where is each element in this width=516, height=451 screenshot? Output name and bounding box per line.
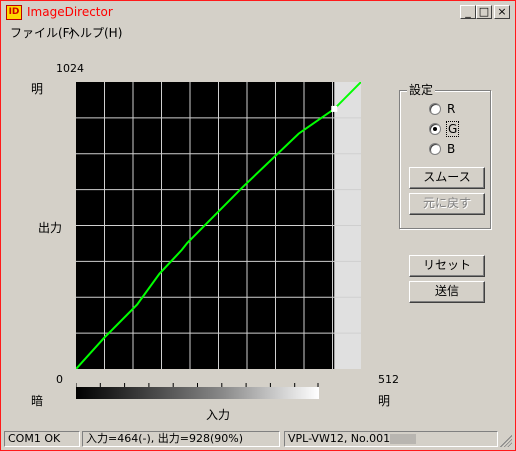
app-window: ID ImageDirector _ □ × ファイル(F) ヘルプ(H) 10… xyxy=(0,0,516,451)
radio-b-label[interactable]: B xyxy=(447,142,455,156)
x-axis-title: 入力 xyxy=(206,408,231,422)
menu-help[interactable]: ヘルプ(H) xyxy=(68,24,122,41)
y-bright-label: 明 xyxy=(31,82,44,96)
settings-group-title: 設定 xyxy=(407,81,436,98)
undo-button[interactable]: 元に戻す xyxy=(409,193,485,215)
window-title: ImageDirector xyxy=(27,5,113,19)
status-device: VPL-VW12, No.001 xyxy=(284,431,498,447)
y-axis-title: 出力 xyxy=(38,221,63,235)
radio-r-button[interactable] xyxy=(429,103,441,115)
input-gradient-bar xyxy=(76,387,319,399)
smooth-button[interactable]: スムース xyxy=(409,167,485,189)
status-device-text: VPL-VW12, No.001 xyxy=(288,432,391,445)
resize-grip[interactable] xyxy=(500,435,512,447)
redacted-serial xyxy=(390,434,417,444)
maximize-button[interactable]: □ xyxy=(476,5,492,19)
title-bar[interactable]: ID ImageDirector _ □ × xyxy=(2,2,514,22)
radio-b-button[interactable] xyxy=(429,143,441,155)
minimize-button[interactable]: _ xyxy=(460,5,476,19)
reset-button[interactable]: リセット xyxy=(409,255,485,277)
status-bar: COM1 OK 入力=464(-), 出力=928(90%) VPL-VW12,… xyxy=(2,429,514,449)
app-icon: ID xyxy=(6,5,22,20)
status-io: 入力=464(-), 出力=928(90%) xyxy=(82,431,280,447)
status-port: COM1 OK xyxy=(4,431,80,447)
radio-g-label[interactable]: G xyxy=(445,121,460,137)
radio-g-button[interactable] xyxy=(429,123,441,135)
menu-bar: ファイル(F) ヘルプ(H) xyxy=(2,22,514,40)
x-bright-label: 明 xyxy=(378,394,391,408)
y-min-label: 0 xyxy=(56,373,63,386)
x-dark-label: 暗 xyxy=(31,394,44,408)
send-button[interactable]: 送信 xyxy=(409,281,485,303)
radio-r-label[interactable]: R xyxy=(447,102,455,116)
gamma-curve-chart[interactable] xyxy=(76,82,361,369)
y-max-label: 1024 xyxy=(56,62,84,75)
close-button[interactable]: × xyxy=(494,5,510,19)
x-max-label: 512 xyxy=(378,373,399,386)
menu-file[interactable]: ファイル(F) xyxy=(10,24,74,41)
curve-marker xyxy=(331,105,338,112)
